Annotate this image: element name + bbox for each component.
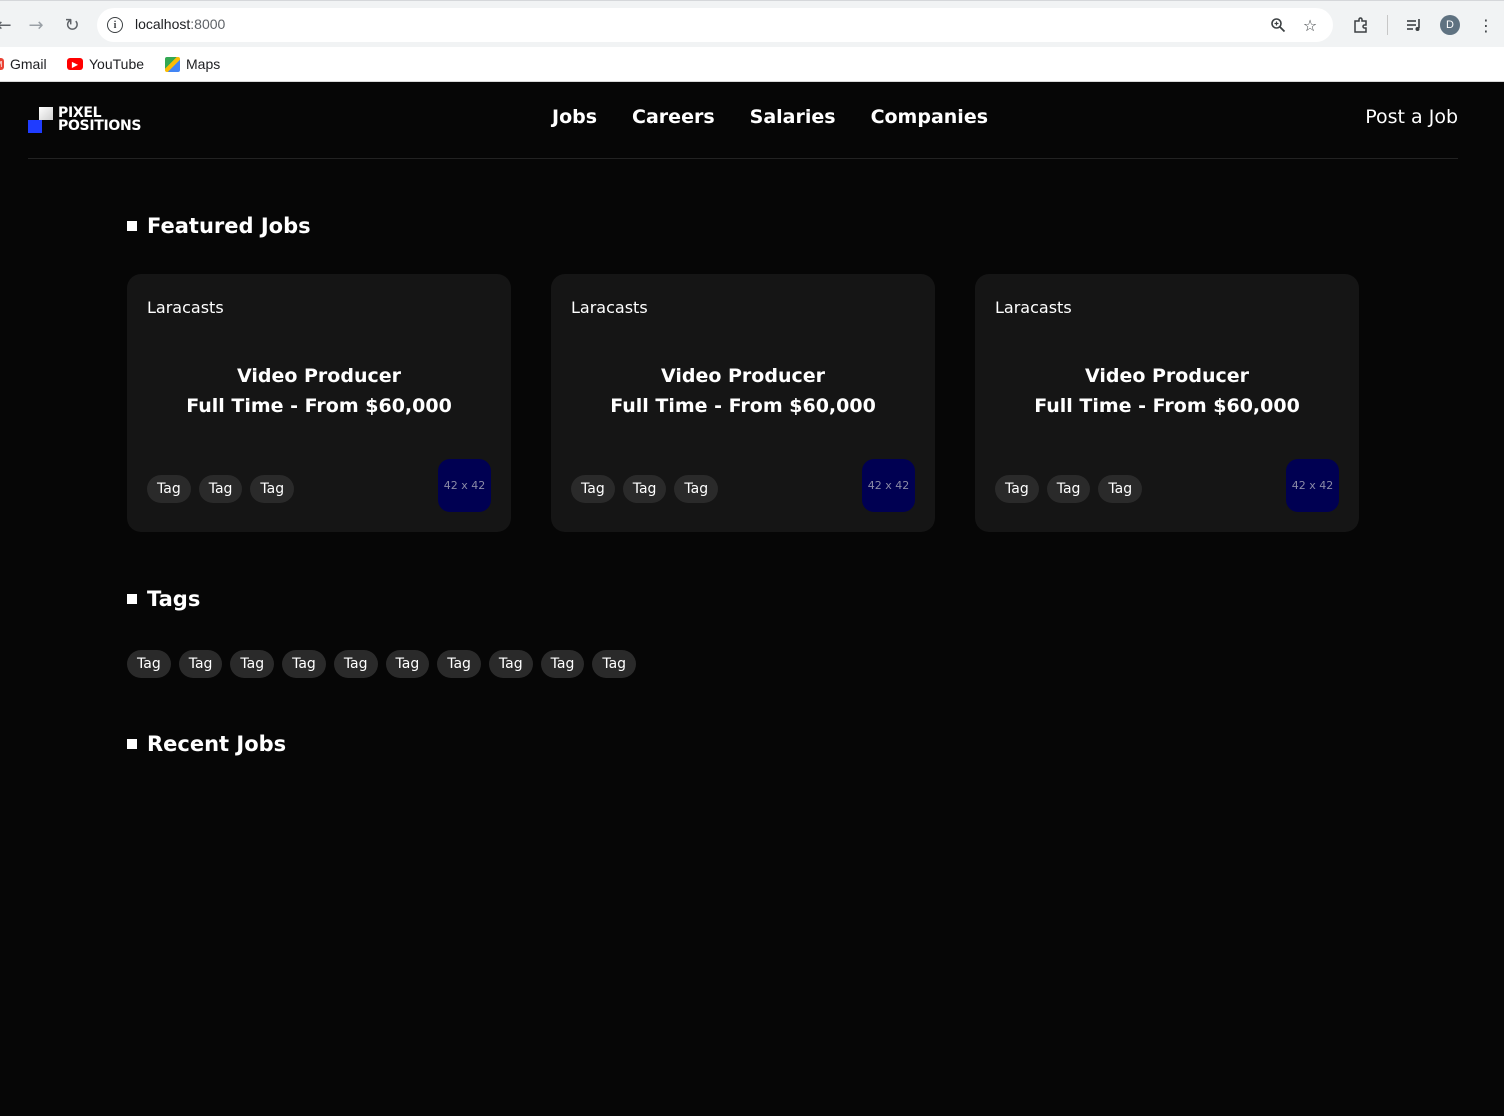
heading-bullet [127,594,137,604]
job-tags: Tag Tag Tag [571,475,719,503]
maps-icon [165,56,180,72]
reload-icon[interactable]: ↻ [60,13,84,37]
site-logo[interactable]: PIXEL POSITIONS [28,105,148,135]
job-title: Video Producer [660,365,826,387]
nav-careers[interactable]: Careers [632,106,715,128]
back-icon[interactable]: ← [0,13,16,37]
zoom-icon[interactable] [1269,16,1287,34]
nav-companies[interactable]: Companies [871,106,988,128]
site-header: PIXEL POSITIONS Jobs Careers Salaries Co… [28,82,1458,159]
gmail-icon: M [0,58,4,70]
url-text[interactable]: localhost:8000 [135,16,225,32]
nav-salaries[interactable]: Salaries [750,106,836,128]
site-info-icon[interactable]: i [107,17,123,33]
tag-pill[interactable]: Tag [622,475,667,503]
heading-bullet [127,739,137,749]
featured-jobs-heading: Featured Jobs [127,214,311,238]
post-a-job-link[interactable]: Post a Job [1365,106,1458,128]
job-title: Video Producer [236,365,402,387]
logo-square-blue [28,120,42,133]
address-bar[interactable]: i localhost:8000 ☆ [97,8,1333,42]
bookmark-youtube[interactable]: ▶ YouTube [67,52,144,76]
job-company[interactable]: Laracasts [571,298,648,317]
job-salary: Full Time - From $60,000 [610,395,876,417]
menu-kebab-icon[interactable]: ⋮ [1475,14,1497,36]
bookmark-label: YouTube [89,56,145,72]
tag-pill[interactable]: Tag [178,650,223,678]
job-company[interactable]: Laracasts [995,298,1072,317]
tag-pill[interactable]: Tag [1046,475,1091,503]
logo-text: PIXEL POSITIONS [58,105,142,134]
browser-toolbar: ← → ↻ i localhost:8000 ☆ D ⋮ [0,0,1504,47]
job-card[interactable]: Laracasts Video Producer Full Time - Fro… [551,274,935,532]
tag-pill[interactable]: Tag [1098,475,1143,503]
media-control-icon[interactable] [1403,14,1425,36]
tag-pill[interactable]: Tag [333,650,378,678]
job-card[interactable]: Laracasts Video Producer Full Time - Fro… [127,274,511,532]
tag-pill[interactable]: Tag [282,650,326,678]
bookmark-gmail[interactable]: M Gmail [0,52,47,76]
job-title-block[interactable]: Video Producer Full Time - From $60,000 [975,361,1359,421]
employer-logo-placeholder: 42 x 42 [862,459,915,512]
tag-pill[interactable]: Tag [250,475,295,503]
job-salary: Full Time - From $60,000 [1034,395,1300,417]
section-title: Featured Jobs [147,214,311,238]
heading-bullet [127,221,137,231]
job-salary: Full Time - From $60,000 [186,395,452,417]
tag-pill[interactable]: Tag [230,650,275,678]
bookmark-label: Gmail [10,56,47,72]
tag-pill[interactable]: Tag [674,475,719,503]
nav-jobs[interactable]: Jobs [552,106,597,128]
tags-heading: Tags [127,587,200,611]
job-company[interactable]: Laracasts [147,298,224,317]
job-tags: Tag Tag Tag [147,475,295,503]
job-title-block[interactable]: Video Producer Full Time - From $60,000 [127,361,511,421]
extensions-icon[interactable] [1350,14,1372,36]
tag-pill[interactable]: Tag [147,475,191,503]
bookmarks-bar: M Gmail ▶ YouTube Maps [0,47,1504,82]
bookmark-star-icon[interactable]: ☆ [1301,16,1319,35]
employer-logo-placeholder: 42 x 42 [1286,459,1339,512]
toolbar-divider [1387,15,1388,35]
job-card[interactable]: Laracasts Video Producer Full Time - Fro… [975,274,1359,532]
section-title: Recent Jobs [147,732,287,756]
tag-list: Tag Tag Tag Tag Tag Tag Tag Tag Tag Tag [127,650,637,678]
tag-pill[interactable]: Tag [437,650,481,678]
tag-pill[interactable]: Tag [127,650,171,678]
tag-pill[interactable]: Tag [571,475,615,503]
recent-jobs-heading: Recent Jobs [127,732,286,756]
tag-pill[interactable]: Tag [995,475,1039,503]
tag-pill[interactable]: Tag [592,650,637,678]
tag-pill[interactable]: Tag [540,650,585,678]
tag-pill[interactable]: Tag [198,475,243,503]
bookmark-label: Maps [186,56,221,72]
main-nav: Jobs Careers Salaries Companies [552,106,988,128]
job-title-block[interactable]: Video Producer Full Time - From $60,000 [551,361,935,421]
logo-square-white [39,107,53,120]
forward-icon[interactable]: → [24,13,48,37]
tag-pill[interactable]: Tag [488,650,533,678]
tag-pill[interactable]: Tag [385,650,430,678]
section-title: Tags [147,587,201,611]
bookmark-maps[interactable]: Maps [165,52,220,76]
job-title: Video Producer [1084,365,1250,387]
profile-avatar[interactable]: D [1440,15,1460,35]
job-tags: Tag Tag Tag [995,475,1143,503]
youtube-icon: ▶ [67,58,83,70]
employer-logo-placeholder: 42 x 42 [438,459,491,512]
